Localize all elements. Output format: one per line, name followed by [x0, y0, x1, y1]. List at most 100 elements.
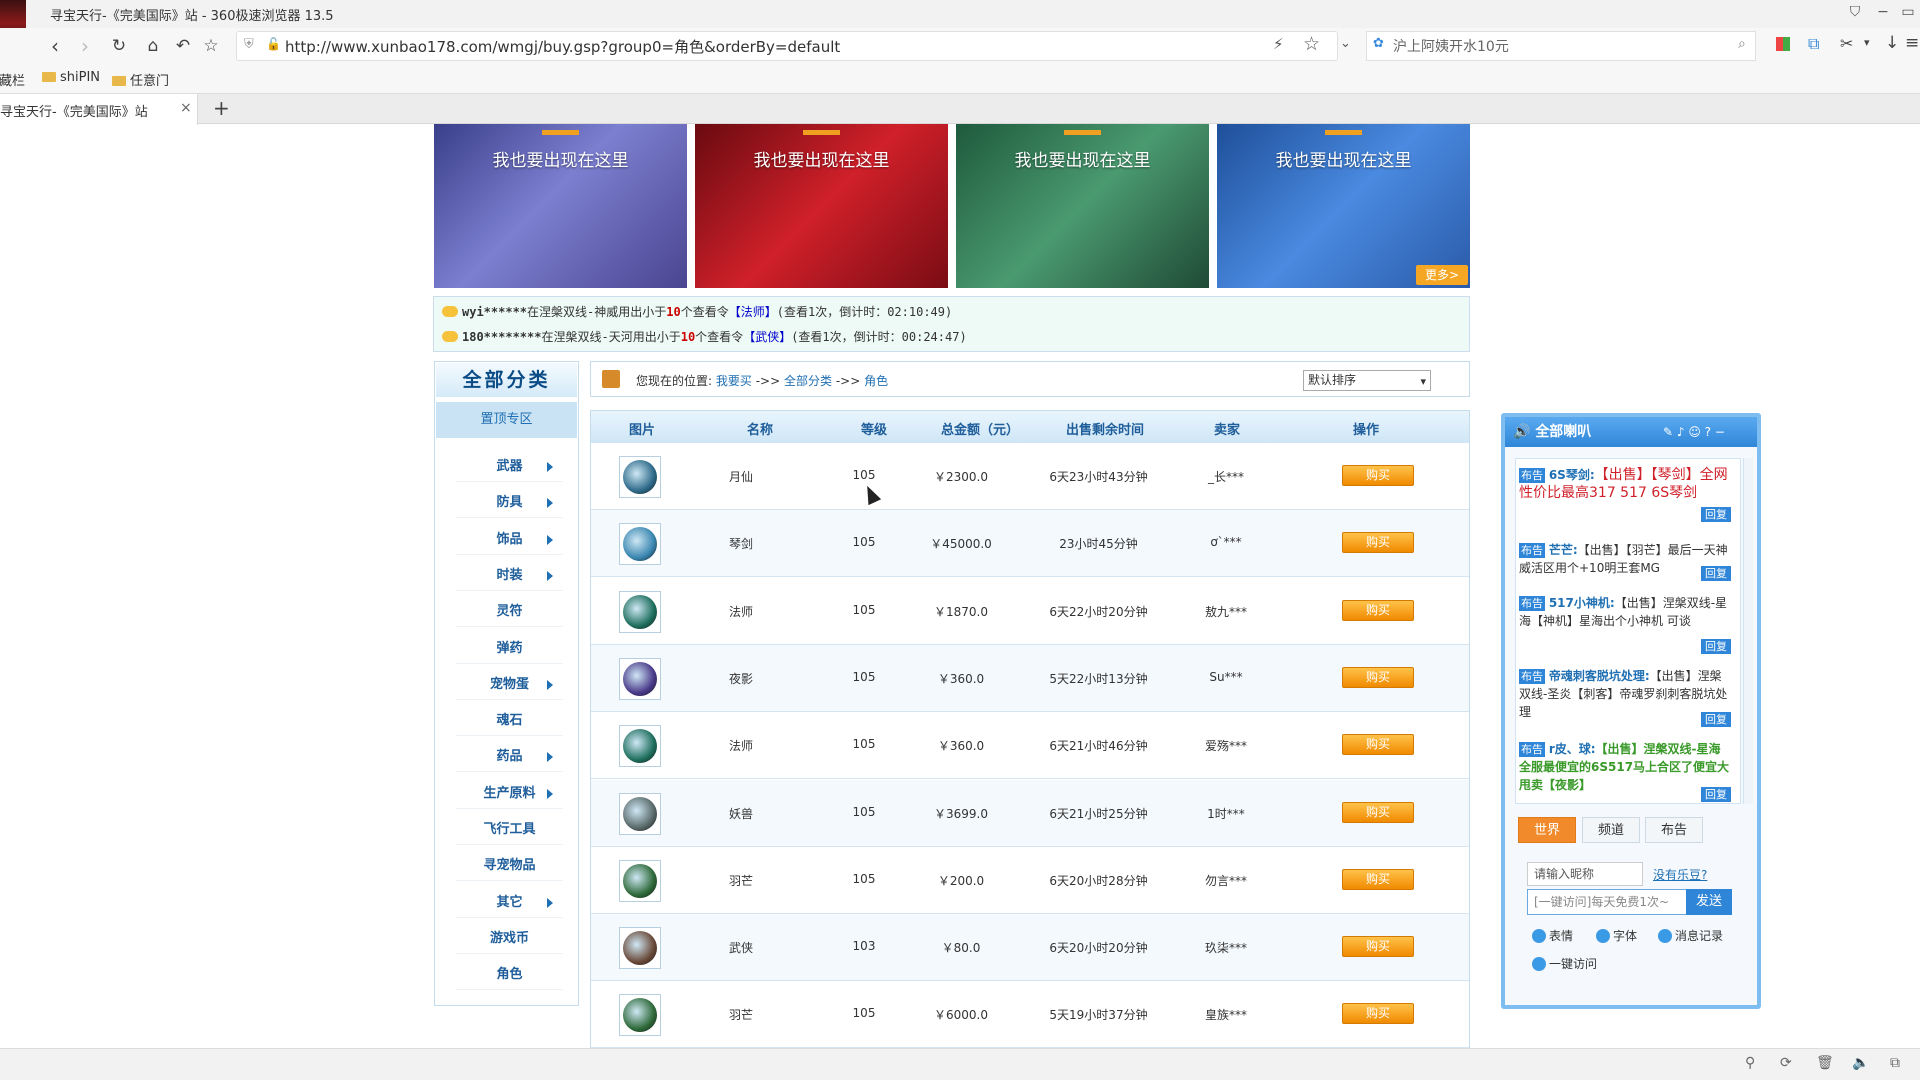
sidebar-item-pinned[interactable]: 置顶专区: [436, 402, 577, 438]
no-music-link[interactable]: 没有乐豆?: [1653, 866, 1707, 883]
tab-world[interactable]: 世界: [1518, 817, 1576, 843]
nickname-input[interactable]: 请输入昵称: [1527, 862, 1643, 886]
sidebar-item[interactable]: 弹药: [456, 634, 563, 664]
banner-ad-3[interactable]: 我也要出现在这里: [956, 124, 1209, 288]
sidebar-item[interactable]: 宠物蛋: [456, 670, 563, 700]
search-icon[interactable]: ⌕: [1738, 36, 1746, 52]
reply-button[interactable]: 回复: [1701, 507, 1731, 522]
skin-icon[interactable]: ⛉: [1845, 4, 1865, 20]
url-text[interactable]: http://www.xunbao178.com/wmgj/buy.gsp?gr…: [285, 36, 840, 57]
pin-icon[interactable]: ⚲: [1745, 1055, 1755, 1071]
minimize-button[interactable]: −: [1873, 4, 1893, 20]
tab-channel[interactable]: 频道: [1582, 817, 1640, 843]
class-thumbnail-icon[interactable]: [619, 725, 661, 768]
buy-button[interactable]: 购买: [1342, 936, 1414, 958]
buy-button[interactable]: 购买: [1342, 465, 1414, 486]
star-icon[interactable]: ☆: [198, 34, 224, 58]
insecure-icon[interactable]: 🔓: [266, 37, 281, 51]
tab-notice[interactable]: 布告: [1645, 817, 1703, 843]
apps-icon[interactable]: [1776, 37, 1790, 51]
item-name[interactable]: 琴剑: [706, 535, 776, 552]
bookmark-star-icon[interactable]: ☆: [1303, 33, 1320, 55]
undo-icon[interactable]: ↶: [170, 34, 196, 58]
search-input[interactable]: 沪上阿姨开水10元: [1393, 36, 1509, 56]
sidebar-item[interactable]: 药品: [456, 742, 563, 773]
item-name[interactable]: 月仙: [706, 468, 776, 485]
bookmark-shipin[interactable]: shiPIN: [42, 70, 100, 85]
reply-button[interactable]: 回复: [1701, 712, 1731, 727]
new-tab-button[interactable]: +: [213, 96, 230, 120]
item-name[interactable]: 法师: [706, 737, 776, 754]
buy-button[interactable]: 购买: [1342, 599, 1414, 621]
class-thumbnail-icon[interactable]: [619, 792, 661, 835]
sidebar-item[interactable]: 武器: [456, 452, 563, 482]
buy-button[interactable]: 购买: [1342, 868, 1414, 890]
translate-icon[interactable]: ⧉: [1808, 34, 1819, 54]
sidebar-item[interactable]: 防具: [456, 488, 563, 519]
window-icon[interactable]: ⧉: [1890, 1055, 1900, 1071]
sort-select[interactable]: 默认排序 ▾: [1303, 370, 1431, 391]
sidebar-item[interactable]: 游戏币: [456, 924, 563, 954]
breadcrumb-role[interactable]: 角色: [864, 374, 888, 388]
sidebar-item[interactable]: 角色: [456, 960, 563, 991]
item-name[interactable]: 羽芒: [706, 872, 776, 889]
class-thumbnail-icon[interactable]: [619, 590, 661, 633]
download-icon[interactable]: ↓: [1885, 33, 1899, 53]
back-icon[interactable]: ‹: [42, 34, 68, 58]
reply-button[interactable]: 回复: [1701, 566, 1731, 581]
trash-icon[interactable]: 🗑: [1816, 1055, 1834, 1071]
banner-ad-2[interactable]: 我也要出现在这里: [695, 124, 948, 288]
chat-scrollbar[interactable]: [1743, 458, 1753, 804]
item-name[interactable]: 羽芒: [706, 1006, 776, 1023]
refresh-icon[interactable]: ↻: [106, 34, 132, 58]
message-input[interactable]: [一键访问]每天免费1次~: [1527, 889, 1687, 915]
class-thumbnail-icon[interactable]: [619, 927, 661, 970]
sidebar-item[interactable]: 时装: [456, 561, 563, 591]
send-button[interactable]: 发送: [1686, 889, 1732, 915]
sidebar-item[interactable]: 魂石: [456, 706, 563, 737]
sidebar-item[interactable]: 灵符: [456, 597, 563, 628]
buy-button[interactable]: 购买: [1342, 532, 1414, 554]
sidebar-item[interactable]: 生产原料: [456, 779, 563, 809]
maximize-button[interactable]: ▭: [1898, 4, 1918, 20]
reply-button[interactable]: 回复: [1701, 639, 1731, 654]
item-name[interactable]: 夜影: [706, 670, 776, 687]
class-thumbnail-icon[interactable]: [619, 657, 661, 700]
chat-controls-icons[interactable]: ✎ ♪ ☺ ? −: [1663, 425, 1725, 439]
class-thumbnail-icon[interactable]: [619, 456, 661, 498]
one-click-visit-button[interactable]: 一键访问: [1532, 955, 1597, 972]
sidebar-item[interactable]: 饰品: [456, 525, 563, 555]
class-thumbnail-icon[interactable]: [619, 523, 661, 566]
menu-icon[interactable]: ≡: [1905, 33, 1919, 53]
emoji-button[interactable]: 表情: [1532, 927, 1573, 944]
banner-ad-4[interactable]: 我也要出现在这里: [1217, 124, 1470, 288]
class-thumbnail-icon[interactable]: [619, 994, 661, 1037]
item-name[interactable]: 妖兽: [706, 805, 776, 822]
sidebar-item[interactable]: 寻宠物品: [456, 851, 563, 882]
font-button[interactable]: 字体: [1596, 927, 1637, 944]
breadcrumb-buy[interactable]: 我要买: [716, 374, 752, 388]
sidebar-item[interactable]: 飞行工具: [456, 815, 563, 845]
chevron-down-icon[interactable]: ⌄: [1340, 36, 1351, 51]
sidebar-item[interactable]: 其它: [456, 888, 563, 918]
scissors-icon[interactable]: ✂: [1840, 34, 1853, 53]
tab-title[interactable]: 寻宝天行-《完美国际》站: [0, 101, 148, 120]
forward-icon[interactable]: ›: [72, 34, 98, 58]
sync-icon[interactable]: ⟳: [1780, 1055, 1792, 1071]
reply-button[interactable]: 回复: [1701, 787, 1731, 802]
bookmark-renyimen[interactable]: 任意门: [112, 70, 169, 89]
bookmark-favorites[interactable]: 收藏栏: [0, 70, 25, 89]
item-name[interactable]: 法师: [706, 603, 776, 620]
buy-button[interactable]: 购买: [1342, 1003, 1414, 1025]
buy-button[interactable]: 购买: [1342, 801, 1414, 823]
home-icon[interactable]: ⌂: [140, 34, 166, 58]
buy-button[interactable]: 购买: [1342, 666, 1414, 688]
item-name[interactable]: 武侠: [706, 939, 776, 956]
lightning-icon[interactable]: ⚡: [1273, 35, 1284, 53]
buy-button[interactable]: 购买: [1342, 734, 1414, 756]
breadcrumb-all[interactable]: 全部分类: [784, 374, 832, 388]
banner-more-button[interactable]: 更多>: [1416, 265, 1468, 285]
history-button[interactable]: 消息记录: [1658, 927, 1723, 944]
scissors-dropdown-icon[interactable]: ▾: [1864, 36, 1870, 49]
tab-close-icon[interactable]: ×: [180, 100, 192, 116]
